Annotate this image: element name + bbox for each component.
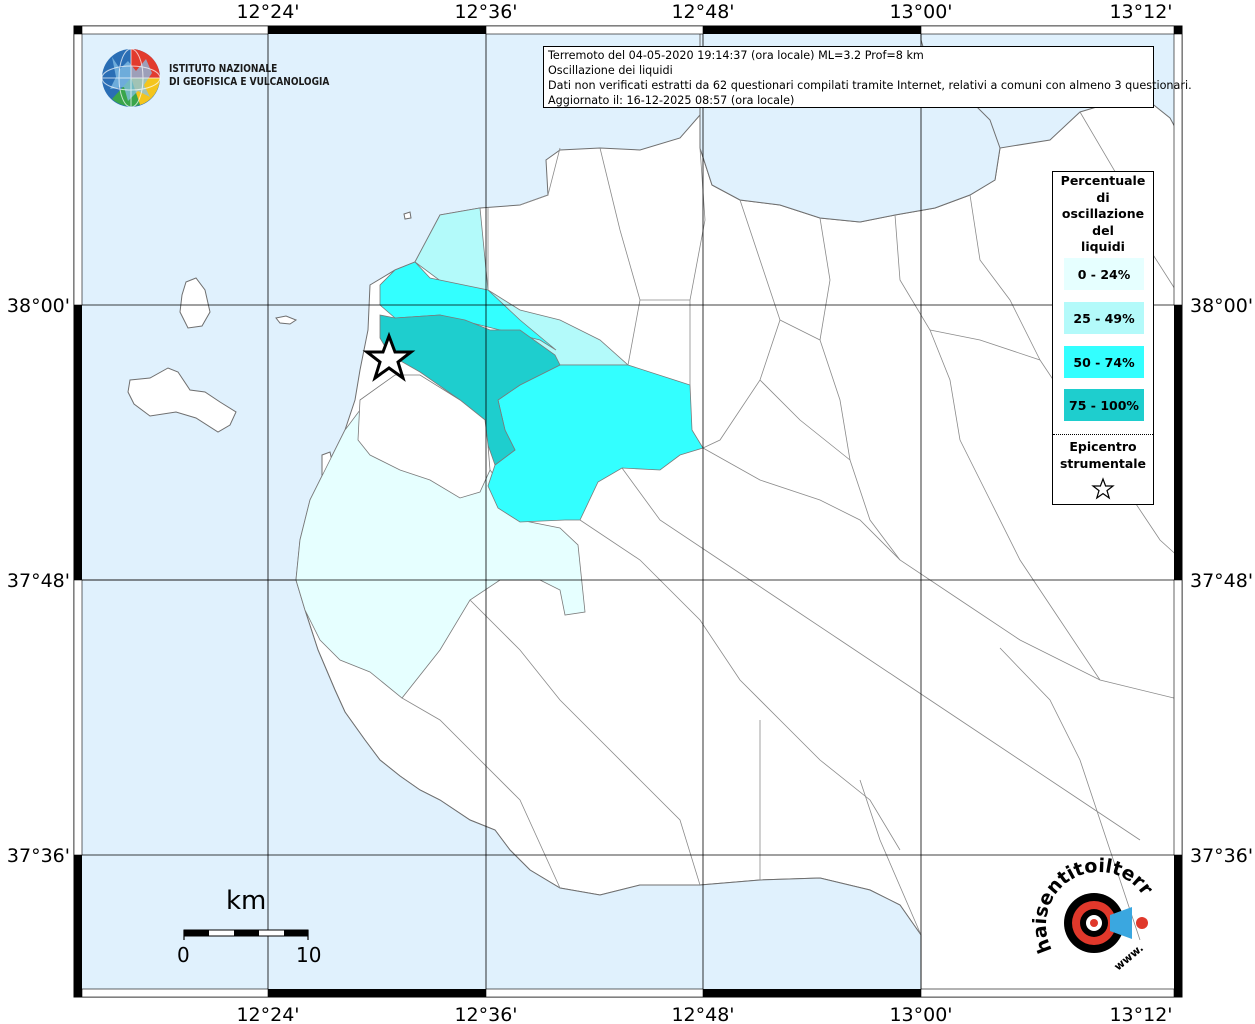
frame-bar-right-top	[1173, 33, 1183, 306]
legend-epicenter-label: Epicentro strumentale	[1059, 439, 1147, 471]
event-title: Terremoto del 04-05-2020 19:14:37 (ora l…	[548, 49, 924, 62]
legend-separator	[1053, 434, 1153, 435]
lon-label-top-1: 12°24'	[236, 1, 299, 23]
globe-icon	[101, 48, 161, 108]
ingv-logo: ISTITUTO NAZIONALE DI GEOFISICA E VULCAN…	[100, 47, 330, 109]
scale-min: 0	[177, 943, 190, 967]
frame-bar-left-mid	[73, 579, 83, 856]
lat-label-right-3: 37°36'	[1190, 845, 1253, 867]
lon-label-bottom-5: 13°12'	[1109, 1004, 1172, 1024]
legend-class-25-49: 25 - 49%	[1064, 302, 1144, 334]
ingv-name: ISTITUTO NAZIONALE DI GEOFISICA E VULCAN…	[169, 62, 330, 88]
lat-label-left-2: 37°48'	[7, 570, 70, 592]
frame-bar-top-b	[485, 25, 704, 35]
frame-bar-bottom-a	[81, 988, 269, 998]
legend-class-50-74: 50 - 74%	[1064, 346, 1144, 378]
frame-bar-bottom-b	[485, 988, 704, 998]
lat-label-right-2: 37°48'	[1190, 570, 1253, 592]
lat-label-left-3: 37°36'	[7, 845, 70, 867]
lat-label-left-1: 38°00'	[7, 295, 70, 317]
frame-bar-left-top	[73, 33, 83, 306]
lon-label-top-2: 12°36'	[454, 1, 517, 23]
lon-label-bottom-4: 13°00'	[889, 1004, 952, 1024]
frame-bar-top-c	[920, 25, 1175, 35]
scale-max: 10	[296, 943, 322, 967]
event-info-box: Terremoto del 04-05-2020 19:14:37 (ora l…	[543, 46, 1192, 108]
frame-bar-right-mid	[1173, 579, 1183, 856]
legend-class-0-24: 0 - 24%	[1064, 258, 1144, 290]
lon-label-bottom-2: 12°36'	[454, 1004, 517, 1024]
lon-label-top-4: 13°00'	[889, 1, 952, 23]
lon-label-bottom-3: 12°48'	[671, 1004, 734, 1024]
legend: Percentuale di oscillazione del liquidi …	[1052, 171, 1154, 505]
haisentito-logo: haisentitoilterremoto.it www.	[1032, 853, 1158, 974]
scale-unit: km	[226, 886, 267, 916]
frame-bar-bottom-c	[920, 988, 1175, 998]
lat-label-right-1: 38°00'	[1190, 295, 1253, 317]
legend-title: Percentuale di oscillazione del liquidi	[1060, 173, 1146, 254]
event-updated: Aggiornato il: 16-12-2025 08:57 (ora loc…	[548, 94, 795, 107]
star-icon	[1091, 477, 1115, 500]
frame-bar-top-a	[81, 25, 269, 35]
legend-class-75-100: 75 - 100%	[1064, 389, 1144, 421]
lon-label-bottom-1: 12°24'	[236, 1004, 299, 1024]
event-parameter: Oscillazione dei liquidi	[548, 64, 673, 77]
lon-label-top-3: 12°48'	[671, 1, 734, 23]
lon-label-top-5: 13°12'	[1109, 1, 1172, 23]
event-data-note: Dati non verificati estratti da 62 quest…	[548, 79, 1192, 92]
brand-www: www.	[1112, 942, 1146, 974]
